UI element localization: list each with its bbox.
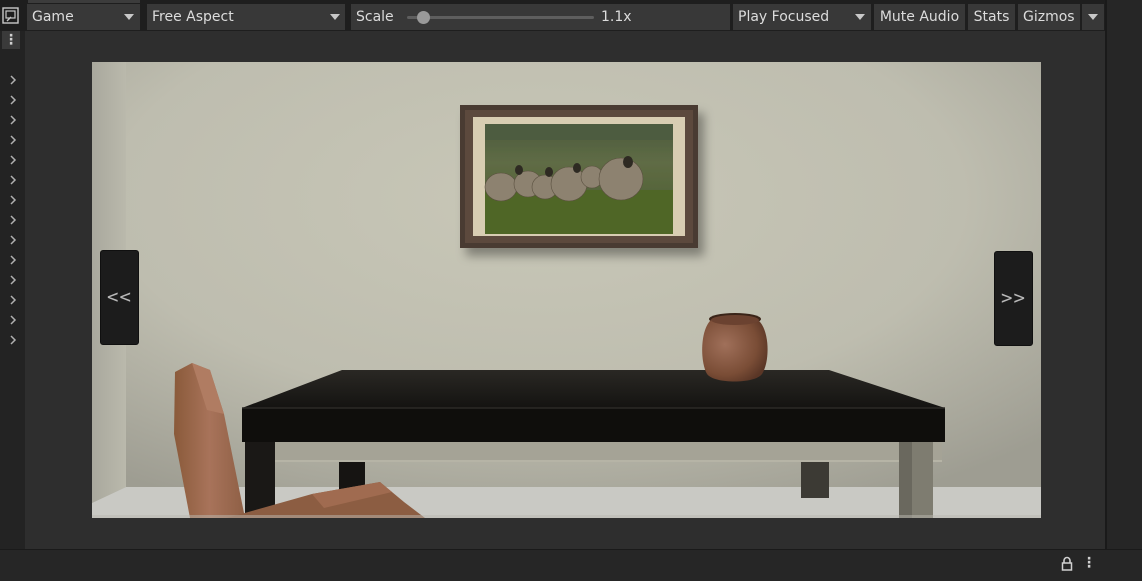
chevron-right-icon[interactable] [6,173,20,187]
display-view-dropdown[interactable]: Game [27,4,140,30]
game-view-panel: << >> [25,31,1105,549]
chevron-right-icon[interactable] [6,253,20,267]
stats-button[interactable]: Stats [968,4,1015,30]
play-mode-label: Play Focused [738,9,830,25]
prev-button[interactable]: << [100,250,139,345]
scale-slider-thumb[interactable] [417,11,430,24]
game-view-toolbar: Game Free Aspect Scale 1.1x Play Focused… [0,0,1105,31]
chevron-down-icon [124,14,134,20]
panel-divider [1105,0,1107,549]
game-scene [92,62,1041,518]
gizmos-dropdown[interactable] [1082,4,1104,30]
chevron-right-icon[interactable] [6,213,20,227]
chevron-down-icon [330,14,340,20]
scale-slider[interactable] [407,11,594,24]
gizmos-button[interactable]: Gizmos [1018,4,1080,30]
aspect-label: Free Aspect [152,9,234,25]
clay-pot [702,313,768,382]
chevron-right-icon[interactable] [6,293,20,307]
chevron-right-icon[interactable] [6,313,20,327]
game-viewport[interactable]: << >> [92,62,1041,518]
aspect-dropdown[interactable]: Free Aspect [147,4,345,30]
mute-audio-button[interactable]: Mute Audio [874,4,965,30]
scale-label: Scale [356,9,394,25]
active-tab-indicator [28,0,140,3]
play-mode-dropdown[interactable]: Play Focused [733,4,871,30]
scale-control: Scale 1.1x [351,4,730,30]
prev-button-label: << [107,286,132,308]
chevron-right-icon[interactable] [6,153,20,167]
next-button[interactable]: >> [994,251,1033,346]
left-rail: ⋮ [0,31,25,549]
framed-sheep-painting [460,105,698,248]
right-side-strip [1105,0,1142,549]
kebab-menu-icon[interactable]: ⋮ [2,31,20,49]
bottom-status-bar: ⋮ [0,549,1142,581]
kebab-menu-icon[interactable]: ⋮ [1082,554,1096,572]
chevron-right-icon[interactable] [6,133,20,147]
chevron-down-icon [855,14,865,20]
chevron-right-icon[interactable] [6,193,20,207]
chevron-right-icon[interactable] [6,93,20,107]
gizmos-label: Gizmos [1023,9,1075,25]
lock-icon[interactable] [1060,556,1074,571]
chevron-right-icon[interactable] [6,73,20,87]
chevron-right-icon[interactable] [6,233,20,247]
next-button-label: >> [1001,287,1026,309]
stats-label: Stats [973,9,1010,25]
chevron-down-icon [1088,14,1098,20]
chevron-right-icon[interactable] [6,113,20,127]
chevron-right-icon[interactable] [6,273,20,287]
scale-value: 1.1x [601,9,632,25]
display-view-label: Game [32,9,74,25]
chevron-right-icon[interactable] [6,333,20,347]
window-icon[interactable] [2,7,19,24]
mute-audio-label: Mute Audio [879,9,960,25]
